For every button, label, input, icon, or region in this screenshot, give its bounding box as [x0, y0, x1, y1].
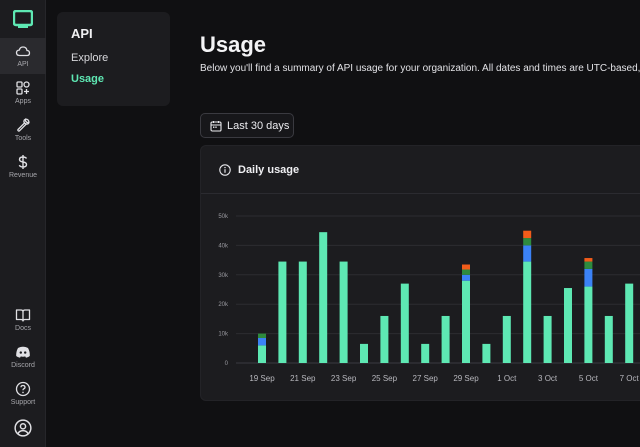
rail-label-api: API [17, 61, 29, 68]
x-tick-label: 7 Oct [620, 374, 640, 383]
bar-segment[interactable] [482, 343, 491, 363]
page-description: Below you'll find a summary of API usage… [200, 63, 640, 74]
cloud-icon [15, 46, 31, 57]
bar-segment[interactable] [339, 261, 348, 363]
rail-item-support[interactable]: Support [0, 376, 46, 412]
rail-label-discord: Discord [11, 362, 35, 369]
subnav-item-usage[interactable]: Usage [71, 73, 156, 85]
bar-segment[interactable] [523, 261, 532, 363]
rail-label-apps: Apps [15, 98, 31, 105]
help-icon [15, 381, 31, 397]
rail-item-docs[interactable]: Docs [0, 302, 46, 338]
card-title: Daily usage [238, 163, 300, 176]
rail-item-tools[interactable]: Tools [0, 112, 46, 148]
api-subnav: API Explore Usage [57, 12, 170, 106]
calendar-icon [210, 120, 222, 132]
account-icon [14, 419, 32, 437]
wrench-icon [17, 118, 30, 132]
bar-segment[interactable] [278, 261, 287, 363]
bar-segment[interactable] [625, 283, 634, 363]
rail-label-revenue: Revenue [8, 172, 38, 179]
x-tick-label: 1 Oct [497, 374, 517, 383]
rail-item-apps[interactable]: Apps [0, 75, 46, 111]
bar-segment[interactable] [319, 232, 328, 363]
bar-segment[interactable] [258, 345, 266, 363]
dollar-icon [18, 155, 28, 169]
subnav-item-explore[interactable]: Explore [71, 52, 156, 64]
y-tick-label: 10k [218, 332, 229, 338]
bar-segment[interactable] [462, 269, 470, 275]
x-tick-label: 21 Sep [290, 374, 316, 383]
bar-segment[interactable] [441, 315, 450, 363]
bar-segment[interactable] [360, 343, 368, 363]
bar-segment[interactable] [523, 230, 532, 239]
bar-segment[interactable] [298, 261, 307, 363]
rail-label-docs: Docs [15, 325, 31, 332]
rail-item-discord[interactable]: Discord [0, 339, 46, 375]
y-tick-label: 30k [218, 273, 229, 279]
bar-segment[interactable] [400, 283, 409, 363]
bar-segment[interactable] [584, 286, 593, 363]
rail-item-api[interactable]: API [0, 38, 46, 74]
logo-icon[interactable] [13, 10, 33, 28]
x-tick-label: 23 Sep [331, 374, 357, 383]
y-tick-label: 40k [218, 243, 229, 249]
bar-segment[interactable] [258, 333, 266, 339]
rail-label-tools: Tools [14, 135, 32, 142]
x-tick-label: 19 Sep [249, 374, 275, 383]
x-tick-label: 5 Oct [579, 374, 599, 383]
bar-segment[interactable] [502, 315, 511, 363]
card-header: Daily usage [201, 146, 640, 194]
primary-sidebar: API Apps Tools Revenue Docs Discord Supp… [0, 0, 46, 447]
daily-usage-chart: 0 10k 20k 30k 40k 50k 19 Sep 21 Sep 23 Sep 25 Sep… [218, 214, 640, 383]
x-tick-label: 29 Sep [453, 374, 479, 383]
x-tick-label: 3 Oct [538, 374, 558, 383]
bar-segment[interactable] [462, 264, 470, 270]
bar-segment[interactable] [523, 245, 532, 262]
apps-grid-icon [16, 81, 30, 95]
date-range-label: Last 30 days [227, 119, 290, 132]
discord-icon [16, 346, 30, 358]
bar-segment[interactable] [462, 280, 470, 363]
subnav-title: API [71, 26, 93, 41]
rail-label-support: Support [10, 399, 36, 406]
x-tick-label: 27 Sep [413, 374, 439, 383]
bar-segment[interactable] [523, 238, 532, 246]
x-tick-label: 25 Sep [372, 374, 398, 383]
account-button[interactable] [0, 414, 46, 447]
bar-segment[interactable] [604, 315, 613, 363]
y-tick-label: 0 [225, 361, 229, 367]
rail-item-revenue[interactable]: Revenue [0, 149, 46, 185]
info-icon[interactable] [219, 163, 231, 176]
bar-segment[interactable] [421, 343, 430, 363]
bar-segment[interactable] [380, 315, 389, 363]
bar-segment[interactable] [543, 315, 552, 363]
bar-segment[interactable] [584, 261, 593, 269]
bar-segment[interactable] [462, 274, 470, 281]
bar-segment[interactable] [584, 258, 593, 262]
y-tick-label: 20k [218, 302, 229, 308]
bar-segment[interactable] [258, 338, 266, 346]
page-title: Usage [200, 32, 267, 57]
date-range-button[interactable]: Last 30 days [200, 113, 294, 138]
bar-segment[interactable] [564, 288, 572, 363]
bar-segment[interactable] [584, 268, 593, 287]
book-icon [15, 309, 31, 322]
y-tick-label: 50k [218, 214, 229, 220]
